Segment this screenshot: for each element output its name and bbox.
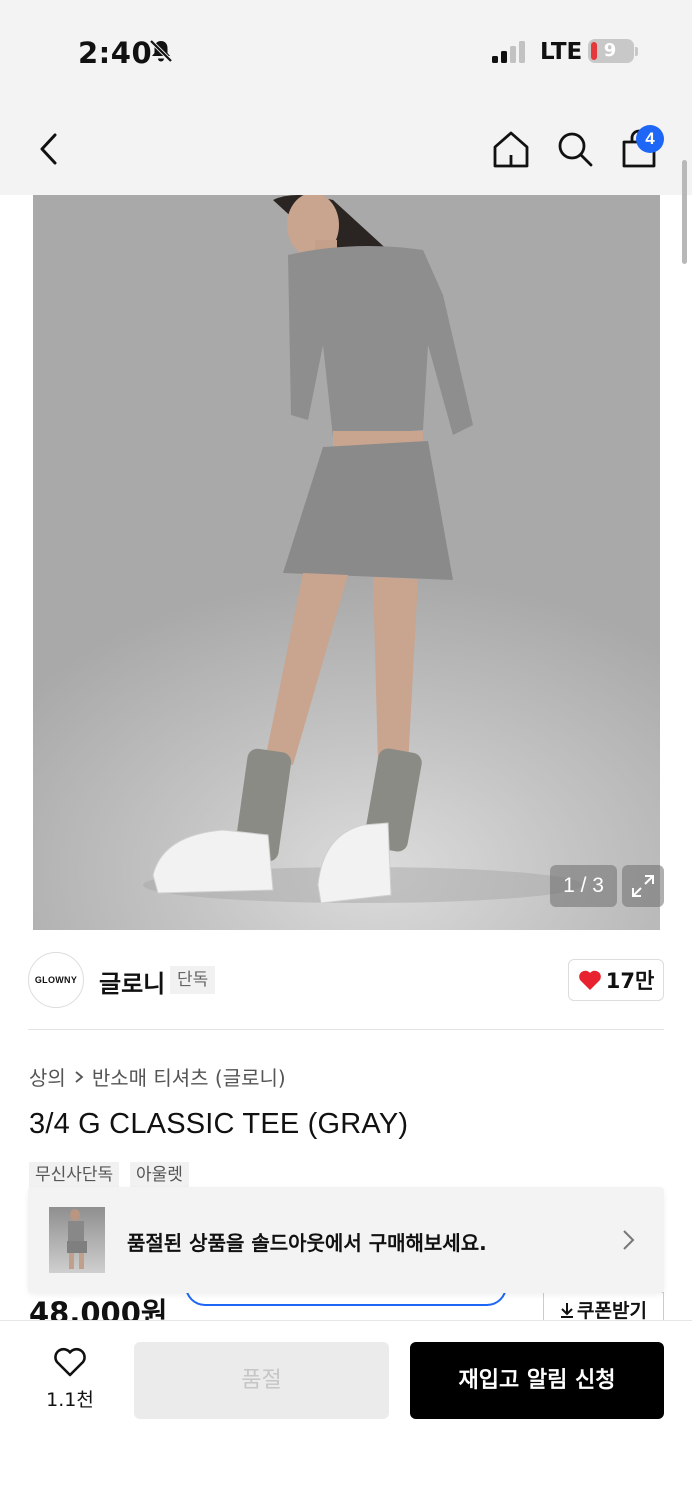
chevron-right-icon xyxy=(623,1230,635,1250)
image-counter: 1 / 3 xyxy=(550,865,617,907)
banner-text: 품절된 상품을 솔드아웃에서 구매해보세요. xyxy=(127,1231,487,1255)
home-button[interactable] xyxy=(490,128,532,170)
expand-icon xyxy=(632,875,654,897)
product-title: 3/4 G CLASSIC TEE (GRAY) xyxy=(29,1108,409,1140)
tag-outlet: 아울렛 xyxy=(130,1162,189,1189)
restock-alert-button[interactable]: 재입고 알림 신청 xyxy=(410,1342,664,1419)
scrollbar[interactable] xyxy=(682,160,687,264)
battery-level: 9 xyxy=(603,40,617,61)
heart-filled-icon xyxy=(578,970,601,990)
breadcrumb-category[interactable]: 상의 xyxy=(29,1062,66,1091)
exclusive-badge: 단독 xyxy=(170,966,216,994)
expand-image-button[interactable] xyxy=(622,865,664,907)
search-button[interactable] xyxy=(554,128,596,170)
divider xyxy=(28,1029,664,1030)
wish-count: 1.1천 xyxy=(46,1389,94,1411)
status-time: 2:40 xyxy=(78,36,153,70)
battery-icon: 9 xyxy=(588,39,634,63)
coupon-label: 쿠폰받기 xyxy=(577,1300,647,1322)
network-label: LTE xyxy=(540,39,583,65)
soldout-redirect-banner[interactable]: 품절된 상품을 솔드아웃에서 구매해보세요. xyxy=(28,1187,664,1293)
brand-like-count: 17만 xyxy=(605,969,655,993)
search-icon xyxy=(558,132,593,167)
product-image[interactable] xyxy=(33,195,660,930)
breadcrumb-subcategory[interactable]: 반소매 티셔츠 (글로니) xyxy=(92,1062,286,1091)
brand-name[interactable]: 글로니 xyxy=(99,964,165,999)
model-photo xyxy=(143,195,583,904)
tag-musinsa-exclusive: 무신사단독 xyxy=(29,1162,120,1189)
download-icon xyxy=(561,1302,574,1318)
banner-thumbnail xyxy=(49,1207,105,1273)
home-icon xyxy=(493,131,529,168)
brand-like-button[interactable]: 17만 xyxy=(568,959,664,1001)
back-button[interactable] xyxy=(28,128,70,170)
soldout-button[interactable]: 품절 xyxy=(134,1342,389,1419)
bell-off-icon xyxy=(149,39,173,63)
brand-logo[interactable]: GLOWNY xyxy=(28,952,84,1008)
heart-outline-icon[interactable] xyxy=(52,1346,88,1378)
breadcrumb: 상의 반소매 티셔츠 (글로니) xyxy=(29,1062,286,1091)
chevron-right-icon xyxy=(75,1070,84,1083)
cart-count-badge: 4 xyxy=(636,125,664,153)
signal-icon xyxy=(492,41,525,63)
chevron-left-icon xyxy=(40,133,57,165)
